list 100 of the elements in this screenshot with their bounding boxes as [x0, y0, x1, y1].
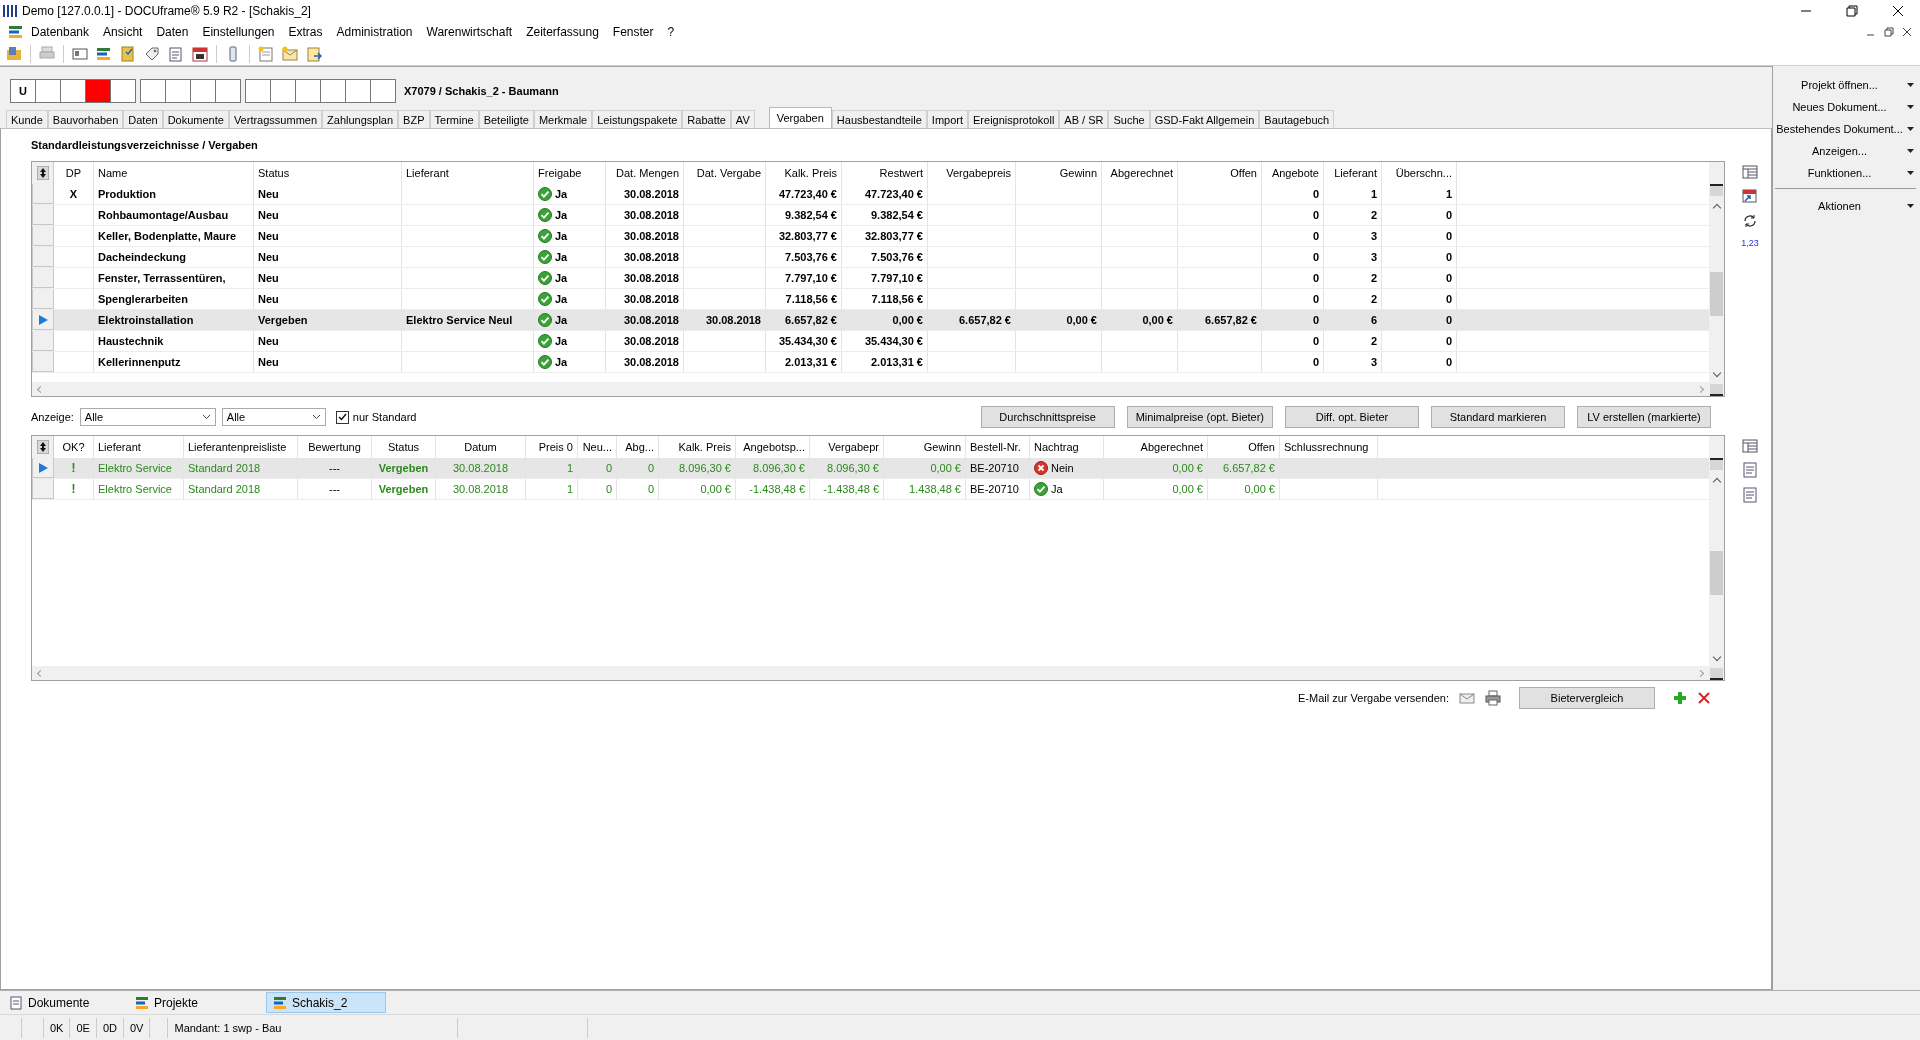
- card-icon[interactable]: [72, 45, 88, 62]
- table-row[interactable]: ! Elektro Service Standard 2018 --- Vergeben 30.08.2018 1 0 0 0,00 € -1.438,48 € -1.438,48 € 1.438,48 € BE-20710 Ja 0,00 € 0,00 €: [32, 479, 1709, 500]
- window-tab[interactable]: Schakis_2: [266, 992, 386, 1013]
- calendar-icon[interactable]: [192, 45, 208, 62]
- row-header[interactable]: [32, 458, 54, 478]
- column-header[interactable]: Kalk. Preis: [766, 162, 842, 184]
- restore-icon[interactable]: [1884, 27, 1894, 37]
- menu-button[interactable]: Funktionen...: [1775, 162, 1916, 184]
- column-header[interactable]: Gewinn: [1016, 162, 1102, 184]
- button[interactable]: Standard markieren: [1431, 406, 1565, 428]
- menu-button[interactable]: Aktionen: [1775, 195, 1916, 217]
- column-header[interactable]: Überschn...: [1382, 162, 1457, 184]
- book-icon[interactable]: [120, 45, 136, 62]
- table-cell: 0,00 €: [892, 314, 923, 326]
- tag-icon[interactable]: [144, 45, 160, 62]
- menu-button[interactable]: Bestehendes Dokument...: [1775, 118, 1916, 140]
- menu-item[interactable]: Zeiterfassung: [519, 23, 606, 41]
- menu-button[interactable]: Anzeigen...: [1775, 140, 1916, 162]
- table-cell: 7.503,76 €: [871, 251, 923, 263]
- column-header[interactable]: Status: [254, 162, 402, 184]
- button[interactable]: Diff. opt. Bieter: [1285, 406, 1419, 428]
- calendar-icon[interactable]: [1742, 188, 1758, 204]
- window-tab[interactable]: Projekte: [130, 992, 248, 1013]
- menu-item[interactable]: Fenster: [605, 23, 661, 41]
- menu-item[interactable]: Warenwirtschaft: [419, 23, 520, 41]
- envelope-icon[interactable]: [1459, 692, 1475, 704]
- horizontal-scrollbar[interactable]: [32, 666, 1709, 680]
- table-cell: Ja: [555, 209, 568, 221]
- dropdown[interactable]: Alle: [221, 408, 326, 426]
- table-cell: 6.657,82 €: [959, 314, 1011, 326]
- menu-item[interactable]: Ansicht: [96, 23, 150, 41]
- column-header[interactable]: Vergabepreis: [928, 162, 1016, 184]
- tab[interactable]: Vergaben: [768, 107, 832, 128]
- column-header[interactable]: Offen: [1178, 162, 1262, 184]
- horizontal-scrollbar[interactable]: [32, 382, 1709, 396]
- list-icon[interactable]: [96, 45, 112, 62]
- table-row[interactable]: Haustechnik Neu Ja 30.08.2018 35.434,30 € 35.434,30 € 0 2 0: [32, 331, 1709, 352]
- menu-button[interactable]: Projekt öffnen...: [1775, 74, 1916, 96]
- menu-item[interactable]: Datenbank: [24, 23, 97, 41]
- checkbox-label[interactable]: nur Standard: [352, 411, 417, 423]
- column-header[interactable]: Abgerechnet: [1102, 162, 1178, 184]
- table-icon[interactable]: [1742, 165, 1758, 179]
- printer-icon[interactable]: [1485, 690, 1501, 706]
- table-cell: Haustechnik: [98, 335, 164, 347]
- table-row[interactable]: Keller, Bodenplatte, Maure Neu Ja 30.08.2018 32.803,77 € 32.803,77 € 0 3 0: [32, 226, 1709, 247]
- row-header[interactable]: [32, 310, 54, 330]
- up-down-arrow-icon[interactable]: [36, 440, 49, 454]
- menu-item[interactable]: ?: [660, 23, 682, 41]
- table-row[interactable]: Rohbaumontage/Ausbau Neu Ja 30.08.2018 9.382,54 € 9.382,54 € 0 2 0: [32, 205, 1709, 226]
- table-row[interactable]: Dacheindeckung Neu Ja 30.08.2018 7.503,76 € 7.503,76 € 0 3 0: [32, 247, 1709, 268]
- number-format-button[interactable]: 1,23: [1741, 238, 1759, 248]
- table-cell: 47.723,40 €: [864, 188, 923, 200]
- window-tab[interactable]: Dokumente: [4, 992, 122, 1013]
- column-header[interactable]: DP: [54, 162, 94, 184]
- column-header[interactable]: Freigabe: [534, 162, 606, 184]
- send-label: E-Mail zur Vergabe versenden:: [1297, 692, 1449, 704]
- button[interactable]: LV erstellen (markierte): [1577, 406, 1711, 428]
- tab[interactable]: Rabatte: [682, 110, 731, 129]
- refresh-icon[interactable]: [1742, 213, 1758, 229]
- menu-item[interactable]: Extras: [281, 23, 330, 41]
- table-row[interactable]: Elektroinstallation Vergeben Elektro Service Neul Ja 30.08.2018 30.08.2018 6.657,82 € 0,00 € 6.657,82 € 0,00 € 0,00 € 6.657,82 € 0 6 0: [32, 310, 1709, 331]
- menu-button[interactable]: Neues Dokument...: [1775, 96, 1916, 118]
- menu-item[interactable]: Daten: [149, 23, 196, 41]
- vertical-scrollbar[interactable]: [1709, 162, 1724, 396]
- plus-icon[interactable]: [1673, 691, 1687, 705]
- column-header[interactable]: Lieferant: [1324, 162, 1382, 184]
- button[interactable]: Durchschnittspreise: [980, 406, 1115, 428]
- close-icon[interactable]: [1902, 27, 1912, 37]
- note-icon[interactable]: [258, 45, 274, 62]
- table-row[interactable]: X Produktion Neu Ja 30.08.2018 47.723,40 € 47.723,40 € 0 1 1: [32, 184, 1709, 205]
- table-icon[interactable]: [1742, 439, 1758, 453]
- delete-icon[interactable]: [1697, 691, 1711, 705]
- document-icon[interactable]: [306, 45, 322, 62]
- button[interactable]: Minimalpreise (opt. Bieter): [1126, 406, 1273, 428]
- column-header[interactable]: Name: [94, 162, 254, 184]
- dropdown[interactable]: Alle: [79, 408, 216, 426]
- table-row[interactable]: ! Elektro Service Standard 2018 --- Vergeben 30.08.2018 1 0 0 8.096,30 € 8.096,30 € 8.096,30 € 0,00 € BE-20710 Nein 0,00 € 6.657,82 €: [32, 458, 1709, 479]
- status-text: Mandant: 1 swp - Bau: [174, 1021, 282, 1034]
- menu-item[interactable]: Einstellungen: [195, 23, 282, 41]
- printer-icon[interactable]: [39, 45, 55, 62]
- table-cell: Neu: [258, 293, 279, 305]
- table-row[interactable]: Kellerinnenputz Neu Ja 30.08.2018 2.013,31 € 2.013,31 € 0 3 0: [32, 352, 1709, 373]
- column-header[interactable]: Restwert: [842, 162, 928, 184]
- column-header[interactable]: Dat. Vergabe: [684, 162, 766, 184]
- menu-item[interactable]: Administration: [329, 23, 420, 41]
- table-row[interactable]: Fenster, Terrassentüren, Neu Ja 30.08.2018 7.797,10 € 7.797,10 € 0 2 0: [32, 268, 1709, 289]
- column-header[interactable]: Dat. Mengen: [606, 162, 684, 184]
- vertical-scrollbar[interactable]: [1709, 436, 1724, 680]
- button[interactable]: Bietervergleich: [1519, 687, 1655, 709]
- folder-icon[interactable]: [6, 45, 22, 62]
- app-icon: [3, 4, 17, 18]
- table-cell: !: [71, 482, 76, 496]
- column-header[interactable]: Angebote: [1262, 162, 1324, 184]
- checkbox[interactable]: [335, 410, 349, 424]
- table-cell: 0: [1445, 272, 1452, 284]
- column-header[interactable]: Lieferant: [402, 162, 534, 184]
- close-icon[interactable]: [1890, 5, 1906, 17]
- restore-icon[interactable]: [1844, 5, 1860, 17]
- up-down-arrow-icon[interactable]: [36, 166, 49, 180]
- envelope-icon[interactable]: [282, 45, 298, 62]
